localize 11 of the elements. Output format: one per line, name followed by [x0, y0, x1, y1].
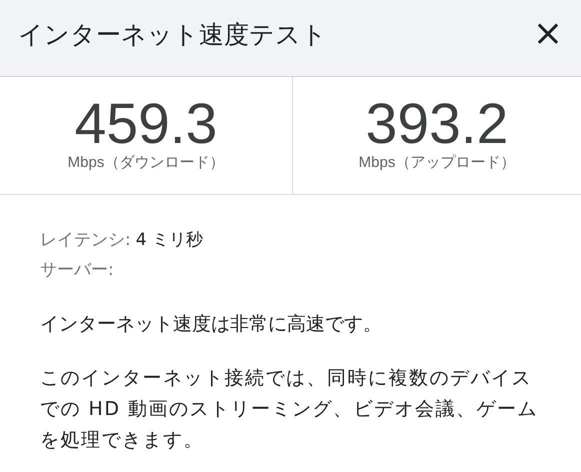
- detail-value: 4 ミリ秒: [136, 229, 203, 252]
- dialog-title: インターネット速度テスト: [18, 18, 327, 50]
- speed-value: 459.3: [74, 97, 218, 151]
- speed-value: 393.2: [366, 97, 508, 151]
- speed-unit: Mbps（ダウンロード）: [68, 153, 224, 172]
- speed-unit: Mbps（アップロード）: [358, 153, 516, 172]
- description-text: このインターネット接続では、同時に複数のデバイスでの HD 動画のストリーミング、ビデオ会議、ゲームを処理できます。: [40, 366, 539, 453]
- detail-label: レイテンシ:: [40, 229, 131, 252]
- summary-text: インターネット速度は非常に高速です。: [40, 312, 383, 337]
- close-button[interactable]: ×: [526, 16, 569, 52]
- detail-label: サーバー:: [40, 259, 114, 282]
